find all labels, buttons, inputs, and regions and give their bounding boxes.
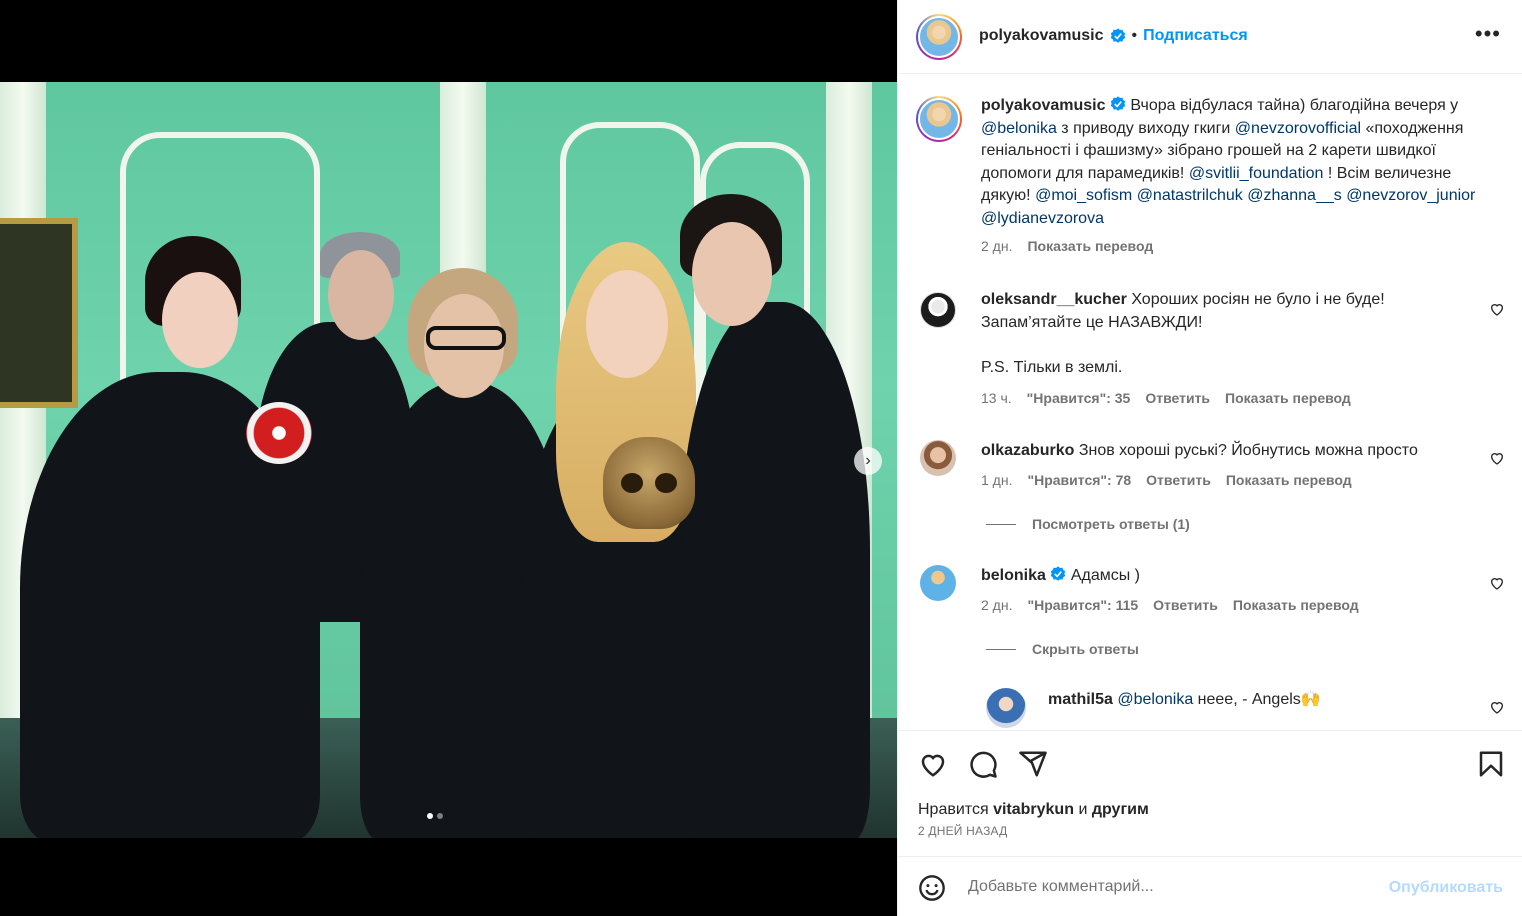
likes-summary: Нравится vitabrykun и другим — [918, 801, 1149, 818]
comment-likes[interactable]: "Нравится": 78 — [1027, 472, 1131, 488]
comment-item: olkazaburko Знов хороші руські? Йобнутис… — [981, 440, 1491, 488]
comment-time[interactable]: 2 дн. — [981, 597, 1012, 613]
emoji-icon[interactable] — [918, 874, 946, 902]
translate-button[interactable]: Показать перевод — [1233, 597, 1359, 613]
caption-translate-button[interactable]: Показать перевод — [1027, 238, 1153, 254]
carousel-indicator — [427, 813, 443, 819]
commenter-avatar[interactable] — [920, 565, 956, 601]
post-photo[interactable] — [0, 82, 897, 838]
caption-body: Вчора відбулася тайна) благодійна вечеря… — [981, 97, 1475, 227]
media-panel: › — [0, 0, 897, 916]
bookmark-icon[interactable] — [1476, 749, 1506, 779]
skull-prop — [603, 437, 695, 529]
person-5-face — [692, 222, 772, 326]
mention-link[interactable]: @belonika — [981, 120, 1057, 137]
person-2-face — [328, 250, 394, 340]
caption-text-fragment: з приводу виходу гкиги — [1056, 119, 1235, 137]
comment-username[interactable]: olkazaburko — [981, 442, 1074, 459]
post-actions: Нравится vitabrykun и другим 2 ДНЕЙ НАЗА… — [898, 730, 1522, 856]
view-replies-button[interactable]: Посмотреть ответы (1) — [986, 516, 1190, 532]
post-sidebar: polyakovamusic • Подписаться ••• polyako… — [897, 0, 1522, 916]
mention-link[interactable]: @lydianevzorova — [981, 210, 1104, 227]
hide-replies-button[interactable]: Скрыть ответы — [986, 641, 1139, 657]
instagram-post-modal: › polyakovamusic • Подписаться ••• polya… — [0, 0, 1522, 916]
publish-button[interactable]: Опубликовать — [1389, 879, 1503, 897]
red-flower-brooch — [246, 402, 312, 464]
comment-text: неее, - Angels🙌 — [1193, 691, 1321, 708]
comments-list[interactable]: polyakovamusic Вчора відбулася тайна) бл… — [898, 75, 1522, 730]
comment-item: belonika Адамсы ) 2 дн. "Нравится": 115 … — [981, 565, 1491, 613]
mention-link[interactable]: @belonika — [1117, 691, 1193, 708]
caption-time[interactable]: 2 дн. — [981, 238, 1012, 254]
caption-avatar[interactable] — [916, 96, 962, 142]
reply-button[interactable]: Ответить — [1146, 472, 1211, 488]
share-icon[interactable] — [1018, 749, 1048, 779]
caption-text-fragment: Вчора відбулася тайна) благодійна вечеря… — [1130, 97, 1459, 114]
comment-username[interactable]: belonika — [981, 567, 1046, 584]
comment-username[interactable]: mathil5a — [1048, 691, 1113, 708]
reply-button[interactable]: Ответить — [1145, 390, 1210, 406]
add-comment-bar: Опубликовать — [898, 856, 1522, 916]
person-1-face — [162, 272, 238, 368]
mention-link[interactable]: @svitlii_foundation — [1189, 165, 1324, 182]
comment-text: Адамсы ) — [1070, 567, 1140, 584]
glasses — [426, 326, 506, 350]
follow-button[interactable]: Подписаться — [1143, 27, 1248, 45]
caption-username[interactable]: polyakovamusic — [981, 97, 1106, 114]
mention-link[interactable]: @moi_sofism — [1035, 187, 1132, 204]
chevron-right-icon[interactable]: › — [854, 447, 882, 475]
verified-badge-icon — [1110, 96, 1126, 111]
comment-username[interactable]: oleksandr__kucher — [981, 291, 1127, 308]
comment-input[interactable] — [968, 873, 1368, 901]
verified-badge-icon — [1110, 28, 1125, 43]
liker-username[interactable]: vitabrykun — [993, 801, 1074, 818]
heart-icon[interactable] — [1489, 450, 1505, 466]
comment-text: P.S. Тільки в землі. — [981, 358, 1123, 376]
person-5 — [680, 302, 870, 838]
reply-button[interactable]: Ответить — [1153, 597, 1218, 613]
others-link[interactable]: другим — [1092, 801, 1149, 818]
person-4-face — [586, 270, 668, 378]
post-header: polyakovamusic • Подписаться ••• — [898, 0, 1522, 74]
wall-painting — [0, 218, 78, 408]
mention-link[interactable]: @nevzorov_junior — [1346, 187, 1475, 204]
caption-text: polyakovamusic Вчора відбулася тайна) бл… — [981, 95, 1491, 230]
mention-link[interactable]: @nevzorovofficial — [1235, 120, 1361, 137]
translate-button[interactable]: Показать перевод — [1226, 472, 1352, 488]
commenter-avatar[interactable] — [920, 292, 956, 328]
reply-item: mathil5a @belonika неее, - Angels🙌 — [1048, 689, 1488, 712]
comment-likes[interactable]: "Нравится": 115 — [1027, 597, 1138, 613]
verified-badge-icon — [1051, 566, 1066, 581]
comment-icon[interactable] — [968, 749, 998, 779]
heart-icon[interactable] — [918, 749, 948, 779]
caption: polyakovamusic Вчора відбулася тайна) бл… — [981, 95, 1491, 254]
more-horizontal-icon[interactable]: ••• — [1475, 23, 1501, 45]
comment-text: Хороших росіян не було і не буде! — [1131, 291, 1385, 308]
translate-button[interactable]: Показать перевод — [1225, 390, 1351, 406]
comment-time[interactable]: 13 ч. — [981, 390, 1012, 406]
comment-text: Знов хороші руські? Йобнутись можна прос… — [1078, 442, 1418, 459]
comment-text: Запам’ятайте це НАЗАВЖДИ! — [981, 313, 1203, 331]
comment-time[interactable]: 1 дн. — [981, 472, 1012, 488]
author-avatar[interactable] — [916, 14, 962, 60]
comment-likes[interactable]: "Нравится": 35 — [1027, 390, 1131, 406]
commenter-avatar[interactable] — [920, 440, 956, 476]
heart-icon[interactable] — [1489, 699, 1505, 715]
comment-item: oleksandr__kucher Хороших росіян не було… — [981, 289, 1491, 406]
commenter-avatar[interactable] — [986, 688, 1026, 728]
carousel-dot — [437, 813, 443, 819]
heart-icon[interactable] — [1489, 301, 1505, 317]
author-username[interactable]: polyakovamusic — [979, 27, 1104, 45]
mention-link[interactable]: @natastrilchuk — [1137, 187, 1243, 204]
post-date[interactable]: 2 ДНЕЙ НАЗАД — [918, 824, 1007, 838]
mention-link[interactable]: @zhanna__s — [1247, 187, 1342, 204]
carousel-dot-active — [427, 813, 433, 819]
heart-icon[interactable] — [1489, 575, 1505, 591]
